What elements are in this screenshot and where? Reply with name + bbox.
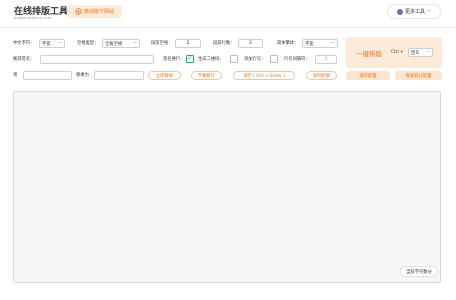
tail-sign-label: 尾部签名： [13, 57, 35, 62]
sign-newline-checkbox[interactable]: ✓ [186, 55, 194, 63]
replace-input[interactable] [94, 71, 144, 80]
space-type-select[interactable]: 全角空格 ﹀ [102, 39, 140, 48]
more-tools-label: 更多工具 [404, 9, 425, 15]
add-linenum-label: 添加行号： [244, 57, 266, 62]
chevron-down-icon: ﹀ [133, 40, 137, 46]
leading-spaces-label: 段前空格： [151, 41, 173, 46]
chevron-down-icon: ﹀ [427, 8, 431, 14]
word-count-button[interactable]: 字数统计 [191, 71, 222, 80]
chinese-punct-select[interactable]: 不变 ﹀ [39, 39, 65, 48]
content-textarea[interactable] [13, 91, 441, 283]
copy-result-button[interactable]: 复制结果 [306, 71, 337, 80]
simp-trad-select[interactable]: 不变 ﹀ [302, 39, 338, 48]
one-click-format-button[interactable]: 一键排版 [356, 48, 382, 58]
chevron-down-icon: ﹀ [58, 40, 62, 46]
linenum-spacing-input[interactable]: 1 [315, 55, 337, 64]
leading-lines-label: 段前行数： [213, 41, 235, 46]
restore-default-button[interactable]: 恢复默认配置 [395, 71, 442, 80]
more-tools-button[interactable]: 更多工具 ﹀ [387, 4, 441, 19]
download-offline-button[interactable]: 离线版下网站 [67, 5, 122, 18]
chevron-down-icon: ﹀ [331, 40, 335, 46]
replace-button[interactable]: 立即替换 [148, 71, 181, 80]
clear-button[interactable]: 清空 [ Ctrl + Enter ] [233, 71, 295, 80]
qrcode-label: 生成二维码： [198, 57, 224, 62]
chinese-punct-value: 不变 [42, 41, 51, 47]
save-config-button[interactable]: 保存配置 [346, 71, 390, 80]
replace-label: 将 [13, 73, 18, 78]
download-label: 离线版下网站 [83, 9, 114, 15]
sign-newline-label: 签名换行： [163, 57, 185, 62]
shortcut-select[interactable]: 回车 ﹀ [408, 48, 433, 57]
leading-spaces-input[interactable]: 2 [175, 39, 201, 48]
simp-trad-value: 不变 [305, 41, 314, 47]
qrcode-checkbox[interactable] [230, 55, 238, 63]
linenum-spacing-label: 行号间隔符： [284, 57, 310, 62]
char-count-button[interactable]: 当前字符数分 [400, 266, 438, 277]
add-linenum-checkbox[interactable] [270, 55, 278, 63]
chinese-punct-label: 中文字符： [13, 41, 35, 46]
space-type-label: 空格类型： [77, 41, 99, 46]
leading-lines-input[interactable]: 2 [238, 39, 263, 48]
shortcut-value: 回车 [411, 50, 420, 56]
download-icon [75, 8, 82, 15]
shortcut-label: Ctrl + [391, 50, 404, 55]
space-type-value: 全角空格 [105, 41, 123, 47]
tail-sign-input[interactable] [40, 55, 154, 64]
chevron-down-icon: ﹀ [426, 49, 430, 55]
replace-with-label: 替换为 [76, 73, 89, 78]
tools-logo-icon [396, 8, 403, 15]
app-subtitle: paiban.gushuo.com [14, 15, 52, 20]
simp-trad-label: 简体繁体： [277, 41, 299, 46]
header-divider [0, 27, 456, 28]
find-input[interactable] [23, 71, 72, 80]
